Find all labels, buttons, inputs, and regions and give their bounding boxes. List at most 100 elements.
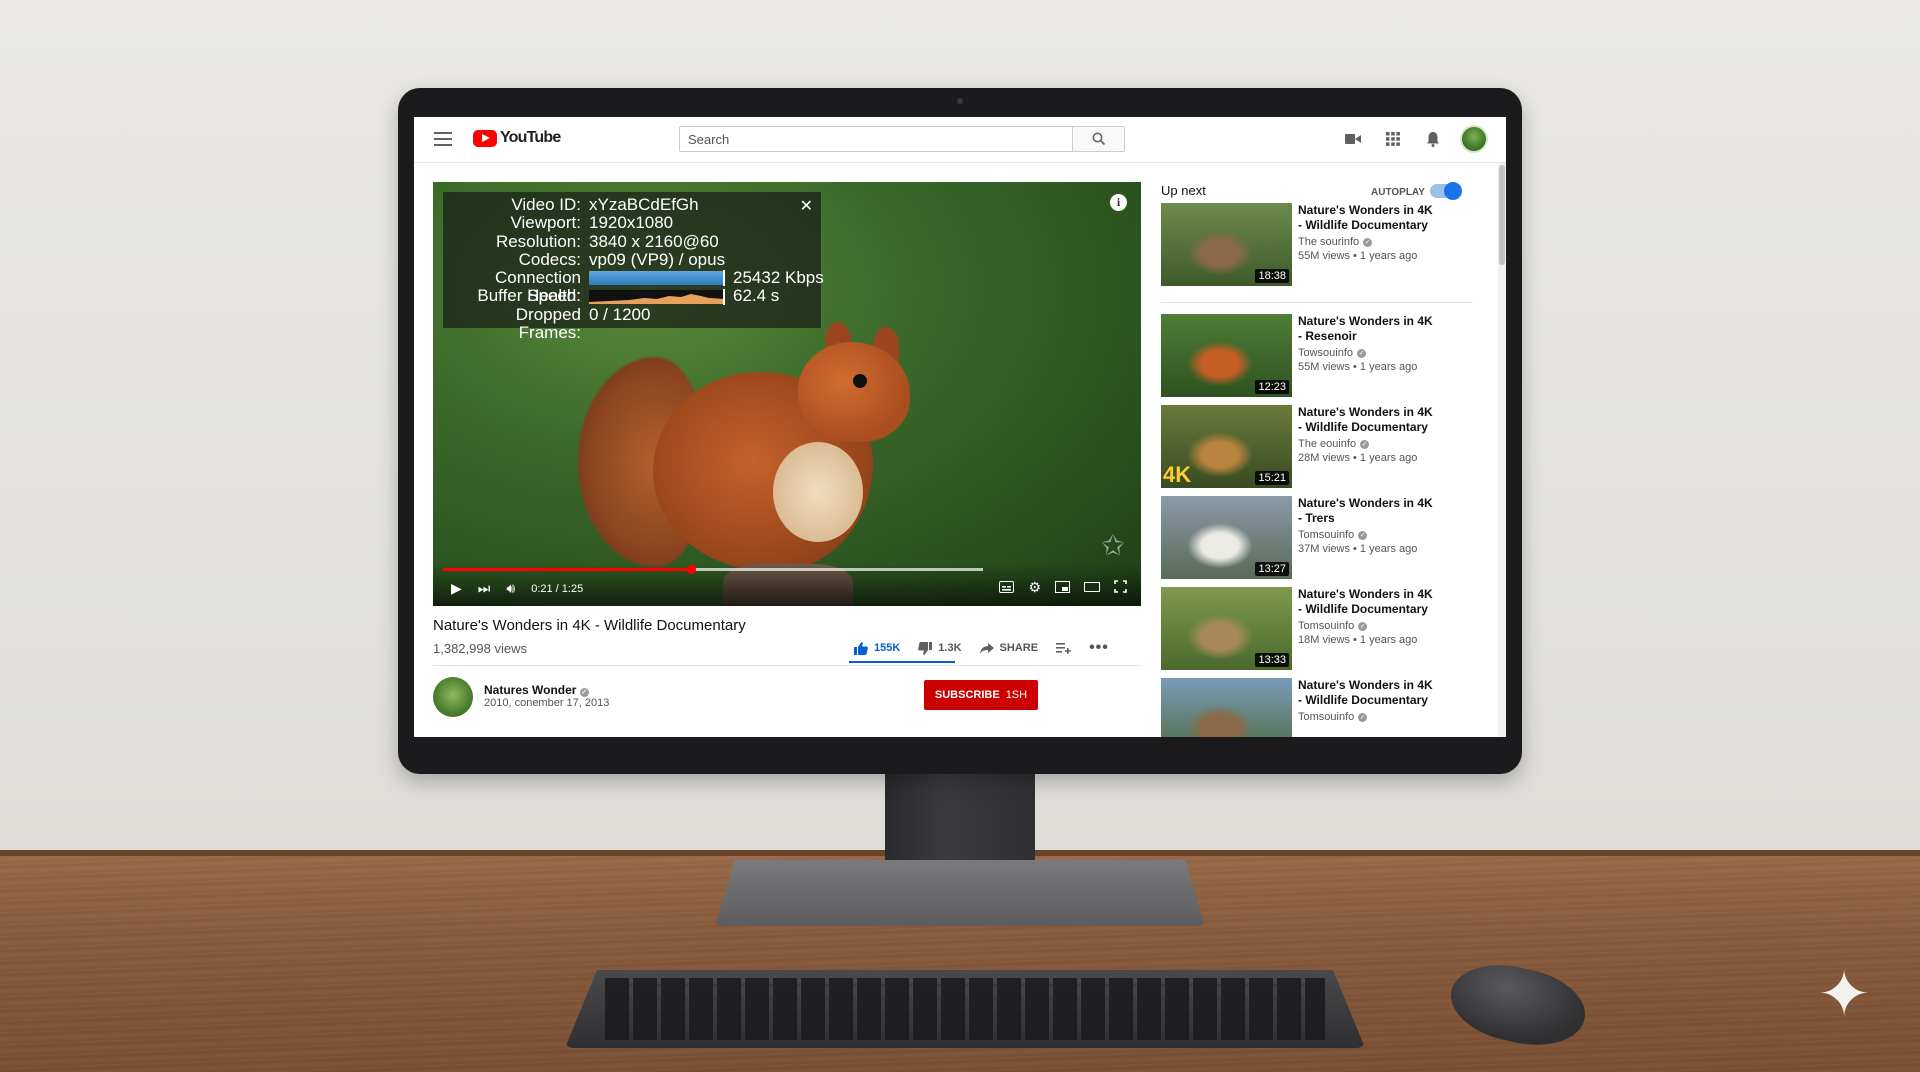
list-item[interactable]: 13:27 Nature's Wonders in 4K - Trers Tom… — [1161, 496, 1473, 587]
verified-icon: ✓ — [1358, 712, 1368, 722]
video-frame-belly — [773, 442, 863, 542]
search-button[interactable] — [1072, 127, 1124, 151]
menu-icon[interactable] — [434, 132, 452, 146]
rec-channel-name[interactable]: Tomsouinfo ✓ — [1298, 711, 1438, 723]
monitor-stand-base — [715, 860, 1205, 926]
next-icon[interactable]: ⏭ — [478, 580, 491, 597]
rec-channel-name[interactable]: Tomsouinfo ✓ — [1298, 620, 1438, 632]
video-thumbnail[interactable]: 13:33 — [1161, 587, 1292, 670]
video-thumbnail[interactable]: 13:27 — [1161, 496, 1292, 579]
autoplay-label: AUTOPLAY — [1371, 187, 1425, 198]
theater-mode-icon[interactable] — [1084, 580, 1100, 596]
rec-video-title[interactable]: Nature's Wonders in 4K - Wildlife Docume… — [1298, 587, 1438, 617]
dislike-button[interactable]: 1.3K — [918, 641, 962, 655]
rec-video-title[interactable]: Nature's Wonders in 4K - Wildlife Docume… — [1298, 678, 1438, 708]
divider — [1161, 302, 1473, 303]
verified-icon: ✓ — [1360, 439, 1370, 449]
rec-channel-name[interactable]: Tomsouinfo ✓ — [1298, 529, 1438, 541]
stat-row-dropped-frames: Dropped Frames: 0 / 1200 — [515, 304, 651, 343]
divider — [433, 665, 1141, 666]
video-frame-head — [798, 342, 910, 442]
like-bar-underline — [849, 661, 955, 663]
verified-icon: ✓ — [1363, 237, 1373, 247]
thumbs-up-icon — [854, 641, 868, 655]
miniplayer-icon[interactable] — [1055, 580, 1070, 596]
fullscreen-icon[interactable] — [1114, 579, 1127, 596]
rec-video-title[interactable]: Nature's Wonders in 4K - Wildlife Docume… — [1298, 203, 1438, 233]
video-duration: 18:38 — [1255, 269, 1289, 283]
video-thumbnail[interactable]: 12:23 — [1161, 314, 1292, 397]
close-icon[interactable]: ✕ — [800, 196, 813, 216]
publish-date: 2010, conember 17, 2013 — [484, 697, 610, 709]
recommendations-list: 18:38 Nature's Wonders in 4K - Wildlife … — [1161, 203, 1473, 737]
progress-bar[interactable] — [443, 565, 983, 574]
subtitles-icon[interactable] — [999, 580, 1015, 596]
more-actions-button[interactable]: ••• — [1089, 639, 1109, 657]
rec-video-title[interactable]: Nature's Wonders in 4K - Trers — [1298, 496, 1438, 526]
channel-name[interactable]: Natures Wonder ✓ — [484, 683, 589, 697]
rec-channel-name[interactable]: The sourinfo ✓ — [1298, 236, 1438, 248]
youtube-header: YouTube — [414, 117, 1506, 163]
list-item[interactable]: 4K 15:21 Nature's Wonders in 4K - Wildli… — [1161, 405, 1473, 496]
list-item[interactable]: 13:33 Nature's Wonders in 4K - Wildlife … — [1161, 587, 1473, 678]
search-bar — [679, 126, 1125, 152]
youtube-logo[interactable]: YouTube — [473, 129, 561, 147]
autoplay-toggle[interactable] — [1430, 182, 1462, 200]
verified-icon: ✓ — [1358, 530, 1368, 540]
buffer-health-graph — [589, 288, 725, 305]
screen: YouTube Search ✕ Video ID: xYzaBCdEfGh V… — [414, 117, 1506, 737]
settings-gear-icon[interactable]: ⚙ — [1028, 579, 1041, 596]
rec-video-stats: 55M views • 1 years ago — [1298, 361, 1418, 373]
stat-row-codecs: Codecs: vp09 (VP9) / opus — [518, 249, 726, 269]
dislike-count: 1.3K — [938, 642, 962, 654]
rec-video-title[interactable]: Nature's Wonders in 4K - Wildlife Docume… — [1298, 405, 1438, 435]
volume-icon[interactable]: 🔊︎ — [506, 580, 515, 597]
channel-avatar[interactable] — [433, 677, 473, 717]
bell-icon[interactable] — [1420, 126, 1446, 152]
progress-played — [443, 568, 692, 571]
thumbs-down-icon — [918, 641, 933, 655]
progress-scrubber[interactable] — [687, 565, 697, 574]
up-next-label: Up next — [1161, 183, 1206, 198]
share-label: SHARE — [999, 642, 1039, 654]
save-to-playlist-button[interactable] — [1056, 642, 1071, 654]
video-player[interactable]: ✕ Video ID: xYzaBCdEfGh Viewport: 1920x1… — [433, 182, 1141, 606]
video-duration: 13:27 — [1255, 562, 1289, 576]
video-thumbnail[interactable] — [1161, 678, 1292, 737]
stat-row-buffer-health: Buffer Health: 62.4 s — [477, 286, 780, 306]
video-camera-icon[interactable] — [1340, 126, 1366, 152]
rec-video-title[interactable]: Nature's Wonders in 4K - Resenoir — [1298, 314, 1438, 344]
subscribe-button[interactable]: SUBSCRIBE 1SH — [924, 680, 1038, 710]
video-thumbnail[interactable]: 18:38 — [1161, 203, 1292, 286]
share-button[interactable]: SHARE — [979, 642, 1039, 654]
scrollbar-thumb[interactable] — [1499, 165, 1505, 265]
stat-row-viewport: Viewport: 1920x1080 — [510, 213, 674, 233]
verified-icon: ✓ — [1357, 348, 1367, 358]
video-title: Nature's Wonders in 4K - Wildlife Docume… — [433, 617, 746, 634]
view-count: 1,382,998 views — [433, 641, 527, 656]
avatar[interactable] — [1460, 125, 1488, 153]
player-controls: ▶ ⏭ 🔊︎ 0:21 / 1:25 ⚙ — [433, 564, 1141, 606]
video-thumbnail[interactable]: 4K 15:21 — [1161, 405, 1292, 488]
video-duration: 15:21 — [1255, 471, 1289, 485]
video-duration: 13:33 — [1255, 653, 1289, 667]
like-button[interactable]: 155K — [854, 641, 900, 655]
scrollbar[interactable] — [1498, 163, 1506, 737]
list-item[interactable]: 12:23 Nature's Wonders in 4K - Resenoir … — [1161, 314, 1473, 405]
rec-channel-name[interactable]: Towsouinfo ✓ — [1298, 347, 1438, 359]
info-icon[interactable]: i — [1110, 194, 1127, 211]
list-item[interactable]: 18:38 Nature's Wonders in 4K - Wildlife … — [1161, 203, 1473, 314]
verified-icon: ✓ — [579, 688, 589, 697]
channel-watermark-icon[interactable]: ✩ — [1097, 530, 1129, 562]
stats-for-nerds-overlay: ✕ Video ID: xYzaBCdEfGh Viewport: 1920x1… — [443, 192, 824, 343]
list-item[interactable]: Nature's Wonders in 4K - Wildlife Docume… — [1161, 678, 1473, 737]
search-input[interactable] — [680, 127, 1072, 151]
video-actions: 155K 1.3K SHARE ••• — [854, 639, 1109, 657]
stat-row-connection-speed: Connection Speed: 25432 Kbps — [494, 268, 824, 306]
add-to-playlist-icon — [1056, 642, 1071, 654]
rec-channel-name[interactable]: The eouinfo ✓ — [1298, 438, 1438, 450]
play-icon[interactable]: ▶ — [451, 580, 462, 597]
keyboard — [565, 970, 1365, 1048]
video-frame-eye — [853, 374, 867, 388]
apps-grid-icon[interactable] — [1380, 126, 1406, 152]
